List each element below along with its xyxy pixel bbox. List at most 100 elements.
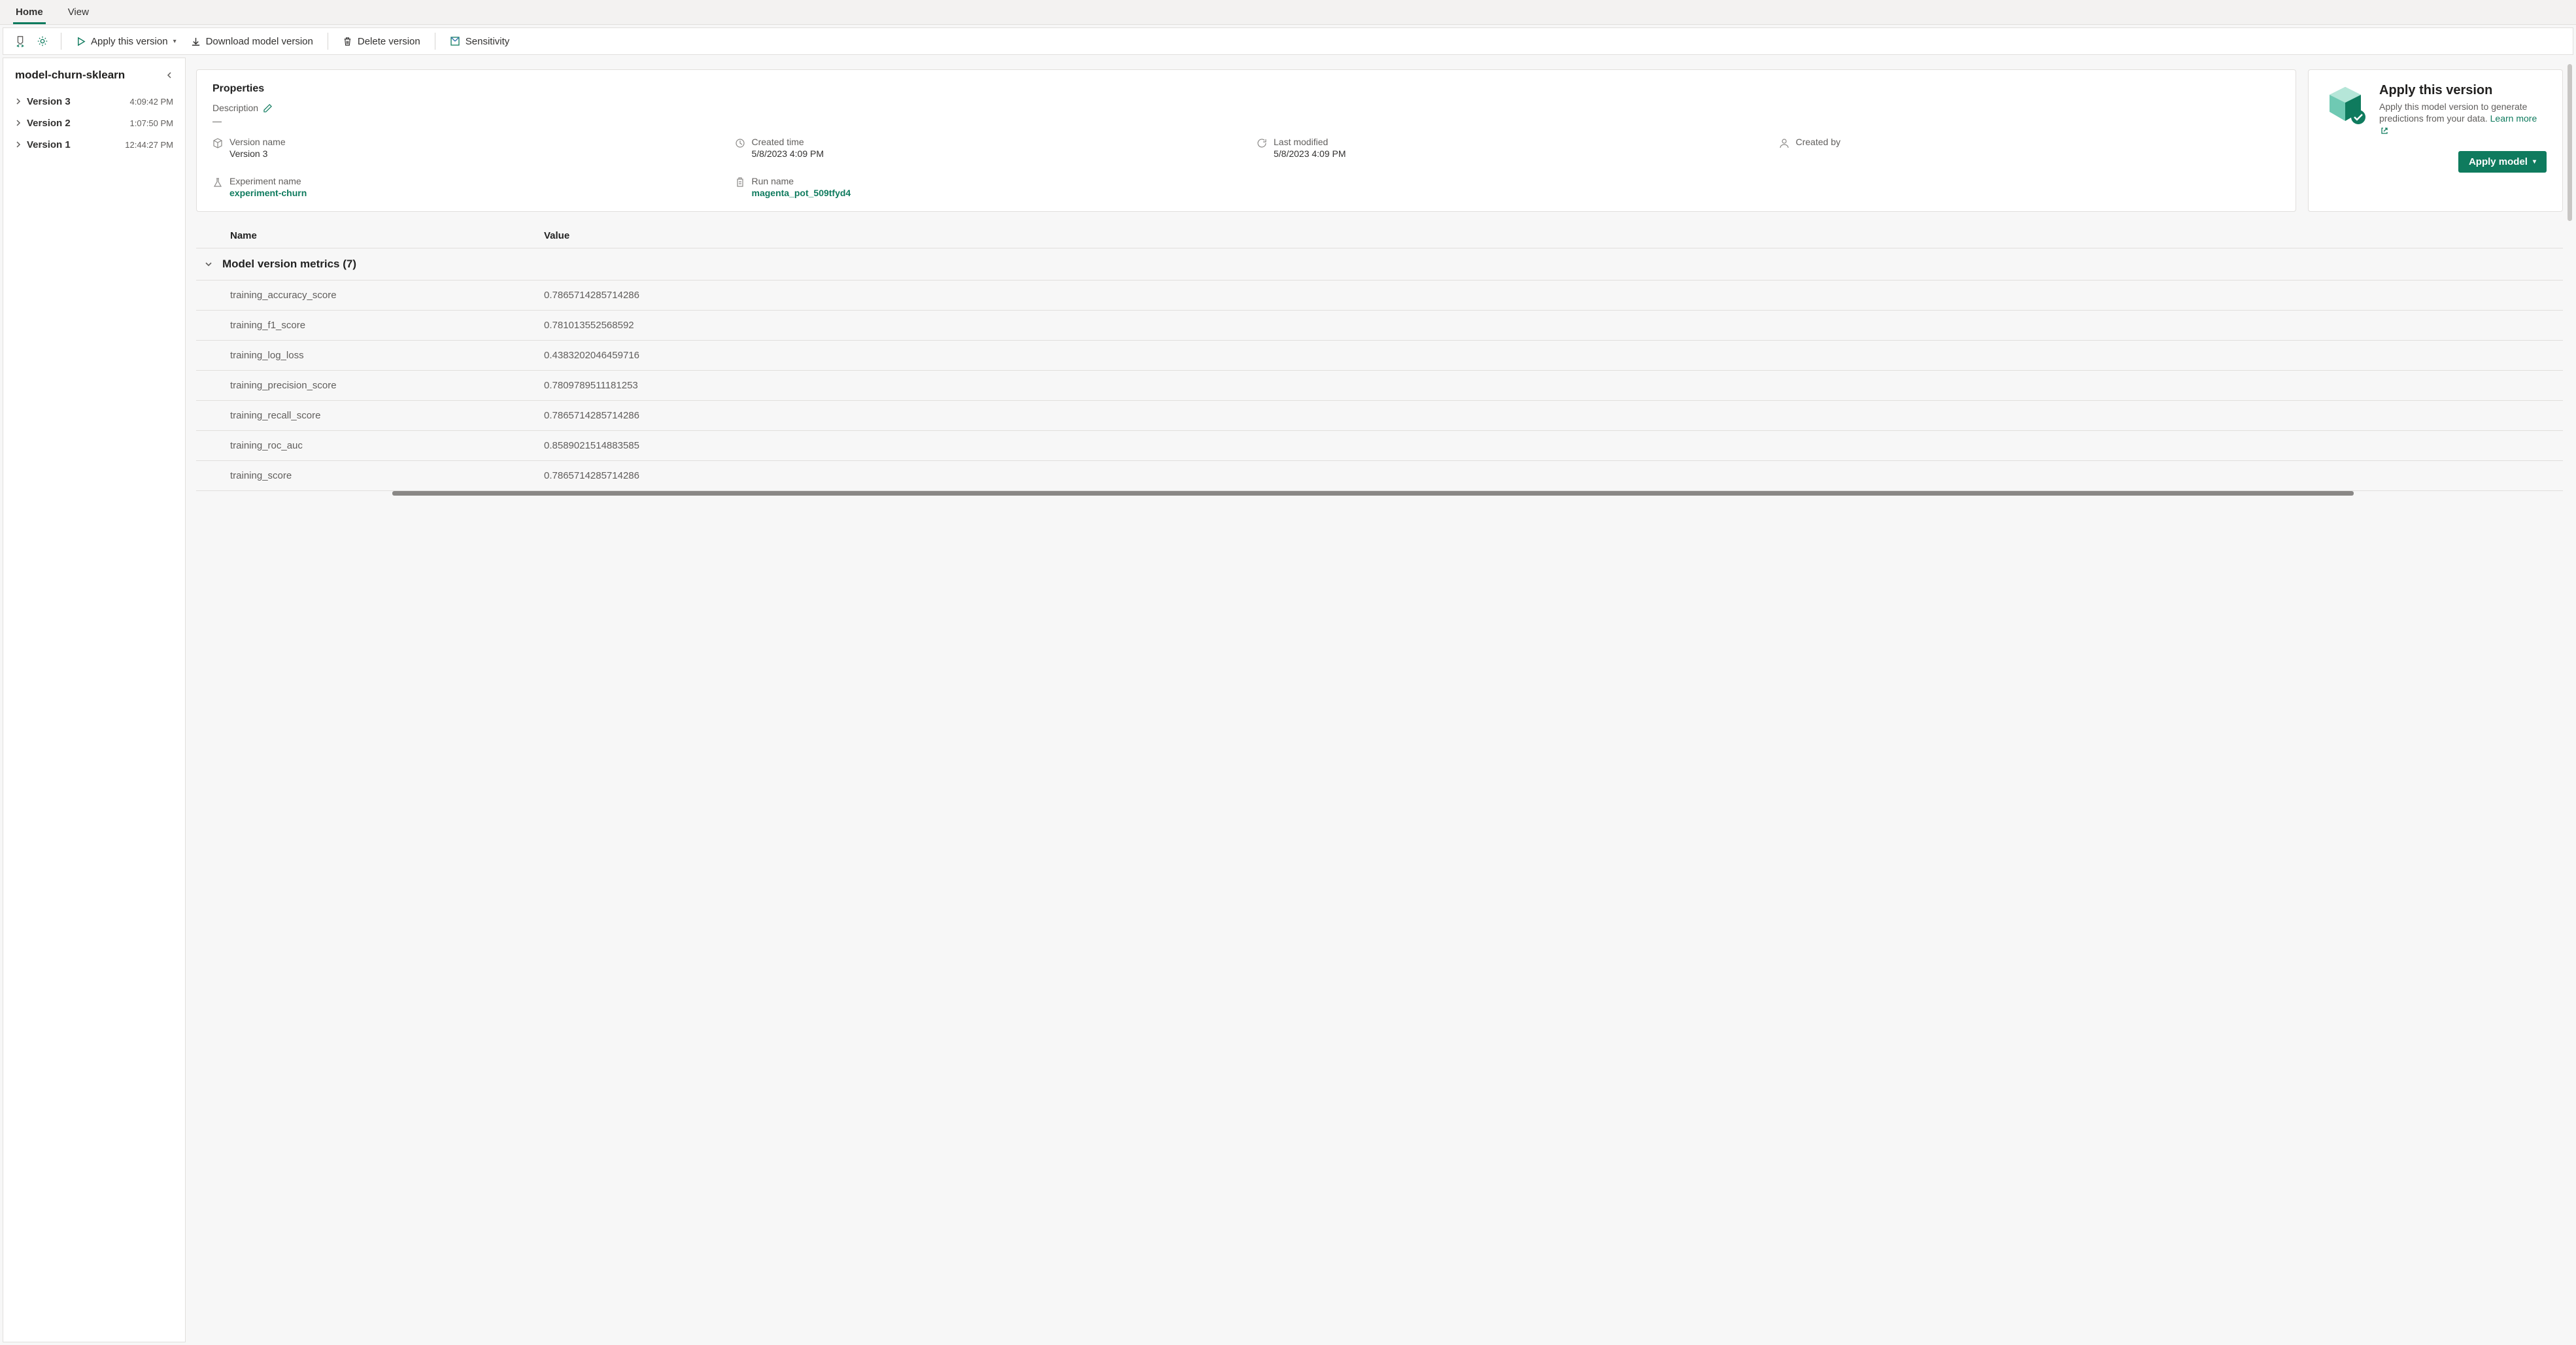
prop-value: 5/8/2023 4:09 PM	[1274, 148, 1346, 159]
metric-name: training_recall_score	[230, 410, 544, 421]
flask-icon	[212, 177, 223, 188]
metric-name: training_f1_score	[230, 320, 544, 331]
chevron-down-icon: ▾	[173, 38, 177, 45]
metric-name: training_roc_auc	[230, 440, 544, 451]
prop-label: Experiment name	[229, 176, 307, 186]
gear-icon[interactable]	[33, 32, 52, 50]
metric-row: training_accuracy_score 0.78657142857142…	[196, 281, 2563, 311]
metric-name: training_score	[230, 470, 544, 481]
version-time: 4:09:42 PM	[130, 97, 174, 107]
chevron-right-icon	[15, 120, 22, 126]
play-icon	[76, 37, 86, 46]
prop-created-time: Created time 5/8/2023 4:09 PM	[735, 137, 1236, 159]
sidebar-version-3[interactable]: Version 3 4:09:42 PM	[11, 91, 177, 112]
horizontal-scrollbar[interactable]	[392, 491, 2354, 496]
delete-version-label: Delete version	[358, 36, 420, 47]
metric-row: training_f1_score 0.781013552568592	[196, 311, 2563, 341]
prop-version-name: Version name Version 3	[212, 137, 714, 159]
metrics-group-title: Model version metrics (7)	[222, 258, 356, 271]
prop-created-by: Created by	[1779, 137, 2280, 159]
sidebar: model-churn-sklearn Version 3 4:09:42 PM…	[3, 58, 186, 1342]
version-time: 1:07:50 PM	[130, 118, 174, 128]
model-cube-icon	[2324, 83, 2366, 125]
metrics-section: Name Value Model version metrics (7) tra…	[196, 224, 2563, 491]
metric-value: 0.7809789511181253	[544, 380, 2529, 391]
col-name: Name	[230, 230, 544, 241]
prop-last-modified: Last modified 5/8/2023 4:09 PM	[1257, 137, 1758, 159]
metric-row: training_log_loss 0.4383202046459716	[196, 341, 2563, 371]
metric-value: 0.8589021514883585	[544, 440, 2529, 451]
content: Properties Description —	[186, 58, 2573, 1342]
properties-title: Properties	[212, 83, 2280, 95]
tab-home[interactable]: Home	[13, 0, 46, 24]
chevron-right-icon	[15, 141, 22, 148]
clock-icon	[735, 138, 745, 148]
collapse-icon[interactable]	[165, 71, 173, 79]
prop-value: Version 3	[229, 148, 286, 159]
prop-label: Last modified	[1274, 137, 1346, 147]
description-value: —	[212, 116, 2280, 126]
version-time: 12:44:27 PM	[125, 140, 173, 150]
description-label: Description	[212, 103, 258, 113]
download-model-label: Download model version	[206, 36, 313, 47]
prop-label: Version name	[229, 137, 286, 147]
metric-value: 0.781013552568592	[544, 320, 2529, 331]
metric-row: training_precision_score 0.7809789511181…	[196, 371, 2563, 401]
sensitivity-label: Sensitivity	[466, 36, 510, 47]
chevron-down-icon: ▾	[2533, 158, 2536, 165]
prop-label: Run name	[752, 176, 851, 186]
apply-version-label: Apply this version	[91, 36, 168, 47]
chevron-down-icon	[204, 260, 213, 269]
sidebar-title: model-churn-sklearn	[15, 69, 125, 82]
prop-run-name: Run name magenta_pot_509tfyd4	[735, 176, 1236, 198]
download-icon	[191, 37, 201, 46]
apply-title: Apply this version	[2379, 83, 2547, 98]
version-name: Version 3	[27, 96, 71, 107]
metrics-group-toggle[interactable]: Model version metrics (7)	[196, 248, 2563, 281]
metric-row: training_recall_score 0.7865714285714286	[196, 401, 2563, 431]
prop-value: 5/8/2023 4:09 PM	[752, 148, 824, 159]
sensitivity-icon	[450, 36, 460, 46]
prop-label: Created time	[752, 137, 824, 147]
apply-model-button[interactable]: Apply model ▾	[2458, 151, 2547, 173]
vertical-scrollbar[interactable]	[2568, 64, 2572, 221]
metric-name: training_log_loss	[230, 350, 544, 361]
apply-model-label: Apply model	[2469, 156, 2528, 167]
prop-label: Created by	[1796, 137, 1840, 147]
version-name: Version 1	[27, 139, 71, 150]
edit-icon[interactable]	[263, 104, 272, 112]
run-link[interactable]: magenta_pot_509tfyd4	[752, 188, 851, 198]
refresh-icon[interactable]	[11, 32, 29, 50]
properties-card: Properties Description —	[196, 69, 2296, 212]
sidebar-version-1[interactable]: Version 1 12:44:27 PM	[11, 134, 177, 156]
chevron-right-icon	[15, 98, 22, 105]
metric-name: training_precision_score	[230, 380, 544, 391]
sensitivity-button[interactable]: Sensitivity	[445, 33, 515, 50]
sidebar-version-2[interactable]: Version 2 1:07:50 PM	[11, 112, 177, 134]
apply-version-button[interactable]: Apply this version ▾	[71, 33, 182, 50]
experiment-link[interactable]: experiment-churn	[229, 188, 307, 198]
metric-row: training_score 0.7865714285714286	[196, 461, 2563, 491]
external-link-icon	[2381, 127, 2388, 135]
apply-card: Apply this version Apply this model vers…	[2308, 69, 2563, 212]
prop-experiment-name: Experiment name experiment-churn	[212, 176, 714, 198]
toolbar: Apply this version ▾ Download model vers…	[3, 27, 2573, 55]
clipboard-icon	[735, 177, 745, 188]
apply-text: Apply this model version to generate pre…	[2379, 101, 2547, 137]
metric-value: 0.7865714285714286	[544, 290, 2529, 301]
download-model-button[interactable]: Download model version	[186, 33, 318, 50]
tab-view[interactable]: View	[65, 0, 92, 24]
metric-row: training_roc_auc 0.8589021514883585	[196, 431, 2563, 461]
metric-value: 0.7865714285714286	[544, 470, 2529, 481]
delete-version-button[interactable]: Delete version	[337, 33, 426, 50]
col-value: Value	[544, 230, 2529, 241]
tab-bar: Home View	[0, 0, 2576, 25]
metric-name: training_accuracy_score	[230, 290, 544, 301]
cube-icon	[212, 138, 223, 148]
trash-icon	[343, 37, 352, 46]
person-icon	[1779, 138, 1789, 148]
metrics-header: Name Value	[196, 224, 2563, 248]
version-name: Version 2	[27, 118, 71, 129]
metric-value: 0.4383202046459716	[544, 350, 2529, 361]
metric-value: 0.7865714285714286	[544, 410, 2529, 421]
